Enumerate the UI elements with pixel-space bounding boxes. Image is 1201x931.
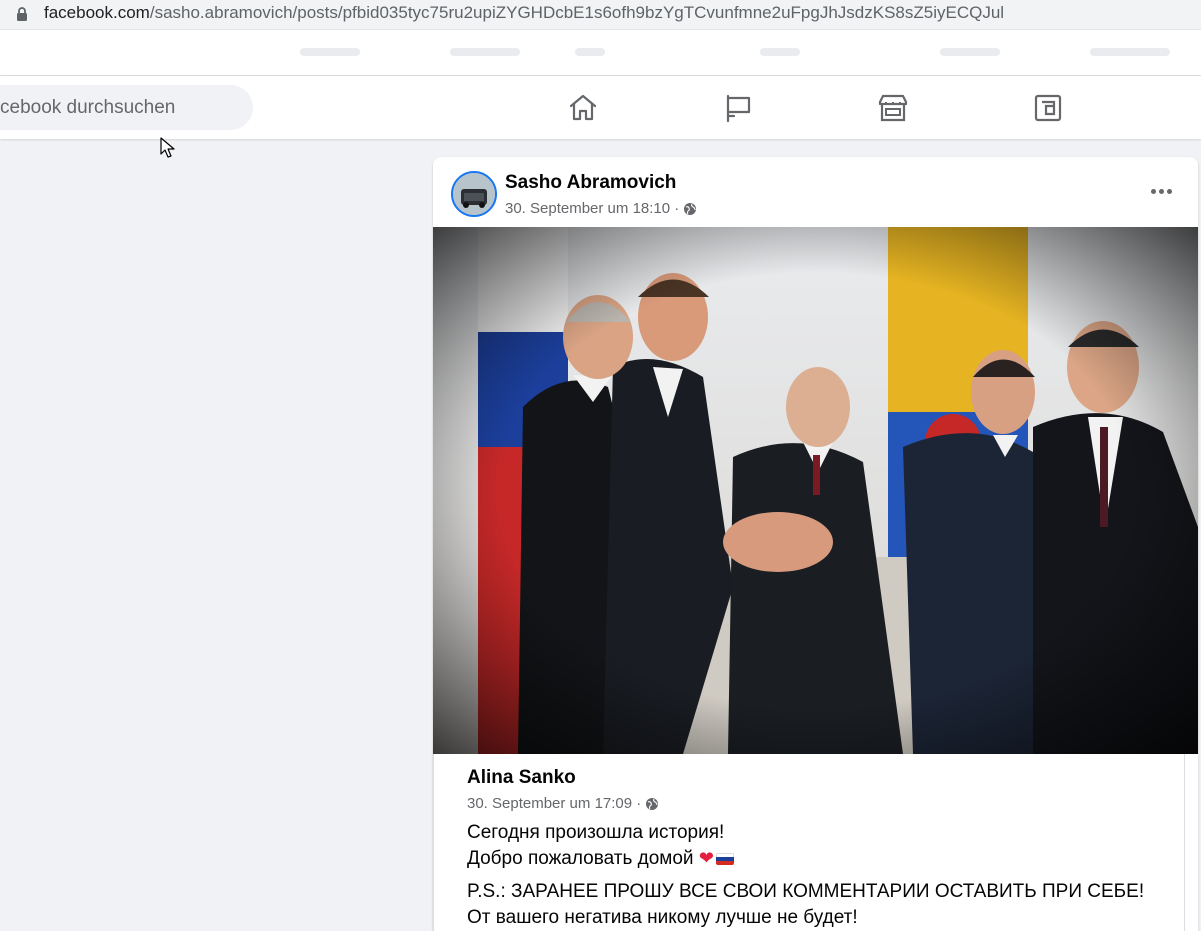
bookmark-placeholder (760, 48, 800, 56)
shared-post-text-line: P.S.: ЗАРАНЕЕ ПРОШУ ВСЕ СВОИ КОММЕНТАРИИ… (467, 881, 1145, 902)
post-timestamp[interactable]: 30. September um 18:10 · (505, 200, 679, 217)
post-author-name[interactable]: Sasho Abramovich (505, 172, 676, 194)
russia-flag-emoji-icon (715, 853, 734, 865)
post-photo[interactable] (433, 227, 1198, 754)
heart-emoji-icon: ❤ (698, 848, 714, 868)
bookmarks-bar (0, 30, 1201, 76)
shared-post-text-line: Добро пожаловать домой ❤ (467, 848, 734, 870)
gaming-icon (1034, 94, 1062, 122)
post-meta: 30. September um 18:10 · (505, 200, 697, 217)
bookmark-placeholder (300, 48, 360, 56)
nav-marketplace[interactable] (875, 90, 911, 126)
globe-icon (646, 797, 659, 810)
flag-icon (726, 94, 751, 123)
bookmark-placeholder (940, 48, 1000, 56)
bookmark-placeholder (1090, 48, 1170, 56)
avatar[interactable] (451, 171, 497, 217)
url-path: /sasho.abramovich/posts/pfbid035tyc75ru2… (149, 3, 1005, 22)
url-domain: facebook.com (44, 3, 150, 22)
shared-post-text: Добро пожаловать домой (467, 848, 694, 869)
shared-post: Alina Sanko 30. September um 17:09 · Сег… (433, 754, 1185, 931)
search-input[interactable]: cebook durchsuchen (0, 85, 253, 130)
browser-address-bar[interactable]: facebook.com/sasho.abramovich/posts/pfbi… (0, 0, 1201, 30)
search-placeholder: cebook durchsuchen (0, 97, 176, 118)
more-options-button[interactable] (1145, 177, 1177, 205)
shared-post-text-line: Сегодня произошла история! (467, 822, 725, 843)
more-options-icon (1150, 188, 1156, 194)
shared-post-timestamp[interactable]: 30. September um 17:09 · (467, 795, 641, 812)
url-text[interactable]: facebook.com/sasho.abramovich/posts/pfbi… (44, 3, 1004, 23)
lock-icon (17, 7, 27, 21)
nav-gaming[interactable] (1030, 90, 1066, 126)
shop-icon (878, 94, 908, 122)
mouse-cursor-icon (160, 137, 175, 158)
shared-author-name[interactable]: Alina Sanko (467, 767, 576, 789)
post-card: Sasho Abramovich 30. September um 18:10 … (433, 157, 1198, 931)
facebook-header: cebook durchsuchen (0, 76, 1201, 139)
shared-post-text-line: От вашего негатива никому лучше не будет… (467, 907, 858, 928)
home-icon (569, 94, 597, 121)
globe-icon (684, 202, 697, 215)
bookmark-placeholder (575, 48, 605, 56)
nav-pages[interactable] (720, 90, 756, 126)
nav-home[interactable] (565, 90, 601, 126)
bookmark-placeholder (450, 48, 520, 56)
shared-post-meta: 30. September um 17:09 · (467, 795, 659, 812)
